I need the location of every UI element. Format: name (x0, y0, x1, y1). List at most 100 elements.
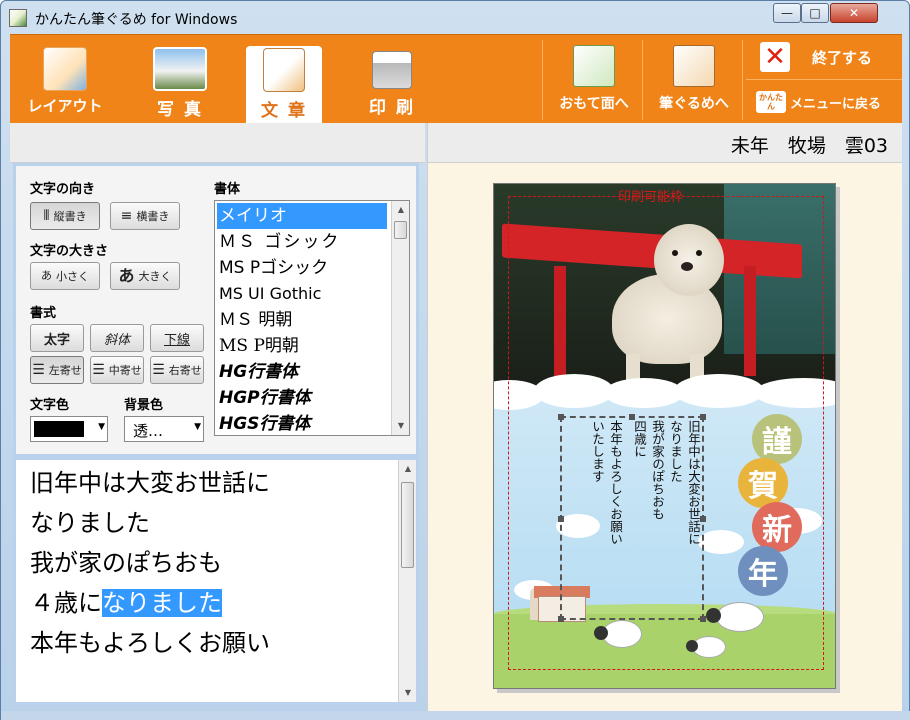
minimize-button[interactable]: — (773, 3, 801, 23)
align-left-button[interactable]: ☰ 左寄せ (30, 356, 84, 384)
size-heading: 文字の大きさ (30, 244, 109, 259)
resize-handle[interactable] (629, 414, 635, 420)
exit-button[interactable]: ✕ 終了する (746, 35, 902, 79)
card-text-box[interactable]: 旧年中は大変お世話に なりました 我が家のぽちおも 四歳に 本年もよろしくお願い… (558, 414, 706, 622)
align-center-button[interactable]: ☰ 中寄せ (90, 356, 144, 384)
card-text-column: 四歳に (632, 420, 647, 458)
font-option[interactable]: ＭＳ ゴシック (217, 229, 387, 255)
back-to-menu-button[interactable]: かんたん メニューに戻る (746, 80, 902, 124)
editor-line-text: 我が家のぽちおも (30, 549, 222, 577)
brush-icon (673, 45, 715, 87)
style-heading: 書式 (30, 306, 57, 321)
editor-line: 我が家のぽちおも (30, 546, 222, 580)
font-option[interactable]: ＭＳ 明朝 (217, 307, 387, 333)
design-title: 未年 牧場 雲03 (730, 135, 888, 157)
card-text-column: 本年もよろしくお願い (608, 420, 623, 545)
right-panel-header: 未年 牧場 雲03 (427, 123, 902, 163)
scroll-down-icon[interactable]: ▼ (399, 684, 417, 700)
font-option[interactable]: メイリオ (217, 203, 387, 229)
close-icon: ✕ (760, 42, 790, 72)
tab-layout[interactable]: レイアウト (20, 35, 110, 124)
align-center-icon: ☰ (92, 362, 105, 378)
card-text-column: いたします (590, 420, 605, 483)
vertical-writing-button[interactable]: ⦀ 縦書き (30, 202, 100, 230)
editor-line: ４歳になりました (30, 586, 222, 620)
font-list-scrollbar[interactable]: ▲ ▼ (391, 201, 409, 435)
resize-handle[interactable] (700, 414, 706, 420)
fudegurume-button[interactable]: 筆ぐるめへ (646, 35, 742, 124)
editor-line-text: ４歳に (30, 589, 102, 617)
larger-text-button[interactable]: あ 大きく (110, 262, 180, 290)
card-preview-area: 謹 賀 新 年 印刷可能枠 旧年中は大変お世話に なりました 我が家のぽちおも … (427, 163, 902, 711)
bg-color-heading: 背景色 (124, 398, 164, 413)
window-bottom-border (1, 711, 910, 720)
tab-label: 印 刷 (369, 98, 415, 118)
large-a-icon: あ (118, 266, 135, 285)
editor-line: 本年もよろしくお願い (30, 626, 270, 660)
small-a-icon: あ (41, 269, 52, 282)
horizontal-writing-label: 横書き (136, 210, 170, 223)
resize-handle[interactable] (700, 616, 706, 622)
font-option[interactable]: HGP行書体 (217, 385, 387, 411)
align-left-icon: ☰ (32, 362, 45, 378)
horizontal-text-icon: ≡ (120, 208, 133, 224)
align-left-label: 左寄せ (48, 364, 82, 377)
scroll-thumb[interactable] (401, 482, 414, 568)
resize-handle[interactable] (558, 516, 564, 522)
font-listbox[interactable]: メイリオ ＭＳ ゴシック MS Pゴシック MS UI Gothic ＭＳ 明朝… (214, 200, 410, 436)
align-right-button[interactable]: ☰ 右寄せ (150, 356, 204, 384)
text-color-heading: 文字色 (30, 398, 70, 413)
maximize-button[interactable]: □ (801, 3, 829, 23)
scroll-down-icon[interactable]: ▼ (392, 417, 409, 433)
scroll-up-icon[interactable]: ▲ (399, 460, 417, 476)
editor-line-text: なりました (30, 509, 150, 537)
align-right-label: 右寄せ (168, 364, 202, 377)
scroll-thumb[interactable] (394, 221, 407, 239)
vertical-text-icon: ⦀ (43, 208, 50, 224)
resize-handle[interactable] (700, 516, 706, 522)
toolbar-separator (642, 40, 643, 120)
text-color-select[interactable]: ▼ (30, 416, 108, 442)
tab-photo[interactable]: 写 真 (130, 35, 230, 124)
toolbar-separator (542, 40, 543, 120)
font-option[interactable]: HGS行書体 (217, 411, 387, 435)
close-button[interactable]: ✕ (830, 3, 878, 23)
toolbar-separator (742, 40, 743, 120)
tab-print[interactable]: 印 刷 (350, 35, 434, 124)
align-center-label: 中寄せ (108, 364, 142, 377)
font-option[interactable]: MS UI Gothic (217, 281, 387, 307)
smaller-text-button[interactable]: あ 小さく (30, 262, 100, 290)
underline-button[interactable]: 下線 (150, 324, 204, 352)
text-color-swatch (34, 421, 84, 437)
vertical-writing-label: 縦書き (53, 210, 87, 223)
font-option[interactable]: MS Pゴシック (217, 255, 387, 281)
font-heading: 書体 (214, 182, 241, 197)
postcard-icon (573, 45, 615, 87)
chevron-down-icon: ▼ (194, 422, 201, 432)
new-year-card[interactable]: 謹 賀 新 年 印刷可能枠 旧年中は大変お世話に なりました 我が家のぽちおも … (493, 183, 836, 689)
card-text-column: 旧年中は大変お世話に (686, 420, 701, 545)
italic-button[interactable]: 斜体 (90, 324, 144, 352)
larger-text-label: 大きく (138, 270, 172, 283)
chevron-down-icon: ▼ (98, 422, 105, 432)
tab-text[interactable]: 文 章 (246, 46, 322, 124)
exit-label: 終了する (812, 48, 873, 67)
scroll-up-icon[interactable]: ▲ (392, 201, 409, 217)
font-option[interactable]: HG行書体 (217, 359, 387, 385)
editor-line: なりました (30, 506, 150, 540)
printer-icon (372, 51, 412, 89)
horizontal-writing-button[interactable]: ≡ 横書き (110, 202, 180, 230)
front-side-button[interactable]: おもて面へ (546, 35, 642, 124)
resize-handle[interactable] (558, 414, 564, 420)
editor-line: 旧年中は大変お世話に (30, 466, 270, 500)
font-option[interactable]: MS P明朝 (217, 333, 387, 359)
bg-color-select[interactable]: 透… ▼ (124, 416, 204, 442)
resize-handle[interactable] (558, 616, 564, 622)
selected-text: なりました (102, 589, 222, 617)
title-bar: かんたん筆ぐるめ for Windows — □ ✕ (1, 1, 909, 35)
app-window: かんたん筆ぐるめ for Windows — □ ✕ レイアウト 写 真 文 章… (0, 0, 910, 720)
editor-line-text: 本年もよろしくお願い (30, 629, 270, 657)
bold-button[interactable]: 太字 (30, 324, 84, 352)
message-text-editor[interactable]: 旧年中は大変お世話に なりました 我が家のぽちおも ４歳になりました 本年もよろ… (13, 457, 419, 705)
editor-scrollbar[interactable]: ▲ ▼ (398, 460, 416, 702)
